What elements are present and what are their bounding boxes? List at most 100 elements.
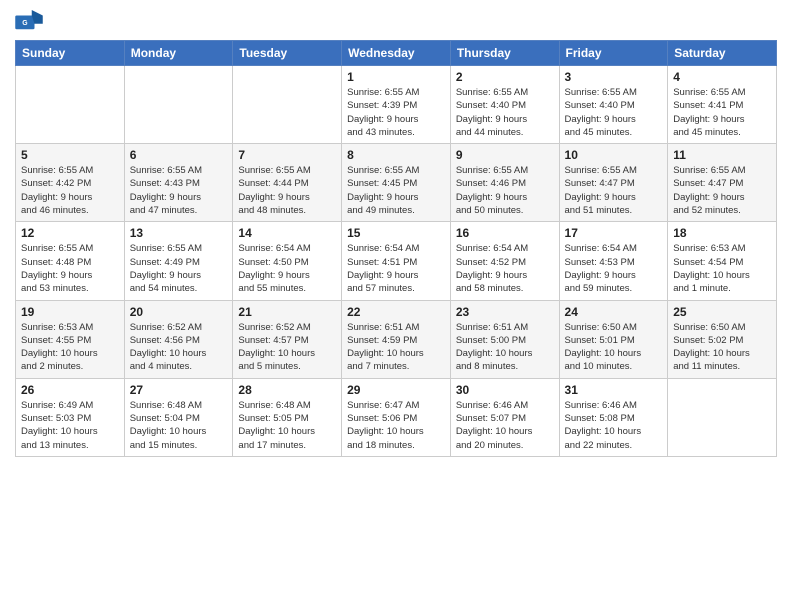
day-number: 27 <box>130 383 228 397</box>
day-info: Sunrise: 6:50 AM Sunset: 5:02 PM Dayligh… <box>673 321 771 374</box>
weekday-header: Sunday <box>16 41 125 66</box>
calendar-cell <box>233 66 342 144</box>
day-info: Sunrise: 6:46 AM Sunset: 5:07 PM Dayligh… <box>456 399 554 452</box>
calendar-cell: 26 Sunrise: 6:49 AM Sunset: 5:03 PM Dayli… <box>16 378 125 456</box>
day-number: 13 <box>130 226 228 240</box>
day-number: 31 <box>565 383 663 397</box>
calendar-cell: 21 Sunrise: 6:52 AM Sunset: 4:57 PM Dayli… <box>233 300 342 378</box>
day-info: Sunrise: 6:48 AM Sunset: 5:04 PM Dayligh… <box>130 399 228 452</box>
calendar-cell: 2Sunrise: 6:55 AM Sunset: 4:40 PM Daylig… <box>450 66 559 144</box>
day-info: Sunrise: 6:55 AM Sunset: 4:47 PM Dayligh… <box>673 164 771 217</box>
calendar-cell: 29 Sunrise: 6:47 AM Sunset: 5:06 PM Dayli… <box>342 378 451 456</box>
weekday-header: Monday <box>124 41 233 66</box>
day-info: Sunrise: 6:55 AM Sunset: 4:49 PM Dayligh… <box>130 242 228 295</box>
logo-icon: G <box>15 10 43 32</box>
day-number: 22 <box>347 305 445 319</box>
svg-text:G: G <box>22 20 27 27</box>
day-info: Sunrise: 6:55 AM Sunset: 4:40 PM Dayligh… <box>456 86 554 139</box>
day-info: Sunrise: 6:55 AM Sunset: 4:39 PM Dayligh… <box>347 86 445 139</box>
day-number: 24 <box>565 305 663 319</box>
day-number: 26 <box>21 383 119 397</box>
calendar-cell: 28 Sunrise: 6:48 AM Sunset: 5:05 PM Dayli… <box>233 378 342 456</box>
day-number: 8 <box>347 148 445 162</box>
day-info: Sunrise: 6:51 AM Sunset: 4:59 PM Dayligh… <box>347 321 445 374</box>
day-number: 16 <box>456 226 554 240</box>
calendar-cell: 20Sunrise: 6:52 AM Sunset: 4:56 PM Dayli… <box>124 300 233 378</box>
day-info: Sunrise: 6:55 AM Sunset: 4:45 PM Dayligh… <box>347 164 445 217</box>
calendar-cell: 17 Sunrise: 6:54 AM Sunset: 4:53 PM Dayli… <box>559 222 668 300</box>
calendar-cell: 19 Sunrise: 6:53 AM Sunset: 4:55 PM Dayli… <box>16 300 125 378</box>
calendar-cell: 7 Sunrise: 6:55 AM Sunset: 4:44 PM Daylig… <box>233 144 342 222</box>
day-info: Sunrise: 6:53 AM Sunset: 4:54 PM Dayligh… <box>673 242 771 295</box>
calendar-cell: 14 Sunrise: 6:54 AM Sunset: 4:50 PM Dayli… <box>233 222 342 300</box>
calendar-cell: 22 Sunrise: 6:51 AM Sunset: 4:59 PM Dayli… <box>342 300 451 378</box>
calendar-cell: 13 Sunrise: 6:55 AM Sunset: 4:49 PM Dayli… <box>124 222 233 300</box>
day-number: 30 <box>456 383 554 397</box>
day-number: 6 <box>130 148 228 162</box>
day-number: 9 <box>456 148 554 162</box>
day-info: Sunrise: 6:54 AM Sunset: 4:51 PM Dayligh… <box>347 242 445 295</box>
calendar-cell: 27 Sunrise: 6:48 AM Sunset: 5:04 PM Dayli… <box>124 378 233 456</box>
day-number: 5 <box>21 148 119 162</box>
day-number: 7 <box>238 148 336 162</box>
day-info: Sunrise: 6:55 AM Sunset: 4:44 PM Dayligh… <box>238 164 336 217</box>
calendar-cell: 6 Sunrise: 6:55 AM Sunset: 4:43 PM Daylig… <box>124 144 233 222</box>
calendar-cell: 3 Sunrise: 6:55 AM Sunset: 4:40 PM Daylig… <box>559 66 668 144</box>
weekday-header: Saturday <box>668 41 777 66</box>
day-number: 1 <box>347 70 445 84</box>
weekday-header: Friday <box>559 41 668 66</box>
day-number: 20 <box>130 305 228 319</box>
day-info: Sunrise: 6:54 AM Sunset: 4:53 PM Dayligh… <box>565 242 663 295</box>
day-info: Sunrise: 6:52 AM Sunset: 4:57 PM Dayligh… <box>238 321 336 374</box>
day-number: 18 <box>673 226 771 240</box>
calendar-cell: 23 Sunrise: 6:51 AM Sunset: 5:00 PM Dayli… <box>450 300 559 378</box>
calendar-cell: 16 Sunrise: 6:54 AM Sunset: 4:52 PM Dayli… <box>450 222 559 300</box>
day-number: 4 <box>673 70 771 84</box>
day-info: Sunrise: 6:55 AM Sunset: 4:47 PM Dayligh… <box>565 164 663 217</box>
day-info: Sunrise: 6:55 AM Sunset: 4:43 PM Dayligh… <box>130 164 228 217</box>
calendar-cell: 11 Sunrise: 6:55 AM Sunset: 4:47 PM Dayli… <box>668 144 777 222</box>
day-number: 11 <box>673 148 771 162</box>
day-number: 12 <box>21 226 119 240</box>
day-number: 21 <box>238 305 336 319</box>
day-info: Sunrise: 6:55 AM Sunset: 4:41 PM Dayligh… <box>673 86 771 139</box>
calendar-cell <box>16 66 125 144</box>
day-info: Sunrise: 6:49 AM Sunset: 5:03 PM Dayligh… <box>21 399 119 452</box>
day-info: Sunrise: 6:54 AM Sunset: 4:50 PM Dayligh… <box>238 242 336 295</box>
calendar-cell: 24 Sunrise: 6:50 AM Sunset: 5:01 PM Dayli… <box>559 300 668 378</box>
day-number: 19 <box>21 305 119 319</box>
logo: G <box>15 10 47 32</box>
day-info: Sunrise: 6:46 AM Sunset: 5:08 PM Dayligh… <box>565 399 663 452</box>
calendar-cell: 25 Sunrise: 6:50 AM Sunset: 5:02 PM Dayli… <box>668 300 777 378</box>
calendar-cell: 8 Sunrise: 6:55 AM Sunset: 4:45 PM Daylig… <box>342 144 451 222</box>
day-number: 23 <box>456 305 554 319</box>
calendar-cell: 18 Sunrise: 6:53 AM Sunset: 4:54 PM Dayli… <box>668 222 777 300</box>
calendar: SundayMondayTuesdayWednesdayThursdayFrid… <box>15 40 777 457</box>
day-info: Sunrise: 6:54 AM Sunset: 4:52 PM Dayligh… <box>456 242 554 295</box>
day-number: 25 <box>673 305 771 319</box>
weekday-header: Thursday <box>450 41 559 66</box>
weekday-header: Wednesday <box>342 41 451 66</box>
calendar-cell: 9Sunrise: 6:55 AM Sunset: 4:46 PM Daylig… <box>450 144 559 222</box>
calendar-cell <box>668 378 777 456</box>
day-number: 14 <box>238 226 336 240</box>
day-number: 28 <box>238 383 336 397</box>
day-number: 3 <box>565 70 663 84</box>
day-info: Sunrise: 6:55 AM Sunset: 4:48 PM Dayligh… <box>21 242 119 295</box>
calendar-cell <box>124 66 233 144</box>
weekday-header: Tuesday <box>233 41 342 66</box>
calendar-cell: 30 Sunrise: 6:46 AM Sunset: 5:07 PM Dayli… <box>450 378 559 456</box>
calendar-cell: 15Sunrise: 6:54 AM Sunset: 4:51 PM Dayli… <box>342 222 451 300</box>
calendar-cell: 10Sunrise: 6:55 AM Sunset: 4:47 PM Dayli… <box>559 144 668 222</box>
calendar-cell: 31 Sunrise: 6:46 AM Sunset: 5:08 PM Dayli… <box>559 378 668 456</box>
day-info: Sunrise: 6:55 AM Sunset: 4:42 PM Dayligh… <box>21 164 119 217</box>
day-info: Sunrise: 6:51 AM Sunset: 5:00 PM Dayligh… <box>456 321 554 374</box>
day-number: 17 <box>565 226 663 240</box>
day-info: Sunrise: 6:55 AM Sunset: 4:40 PM Dayligh… <box>565 86 663 139</box>
calendar-cell: 5 Sunrise: 6:55 AM Sunset: 4:42 PM Daylig… <box>16 144 125 222</box>
day-info: Sunrise: 6:48 AM Sunset: 5:05 PM Dayligh… <box>238 399 336 452</box>
day-info: Sunrise: 6:53 AM Sunset: 4:55 PM Dayligh… <box>21 321 119 374</box>
day-info: Sunrise: 6:50 AM Sunset: 5:01 PM Dayligh… <box>565 321 663 374</box>
day-info: Sunrise: 6:47 AM Sunset: 5:06 PM Dayligh… <box>347 399 445 452</box>
day-number: 29 <box>347 383 445 397</box>
